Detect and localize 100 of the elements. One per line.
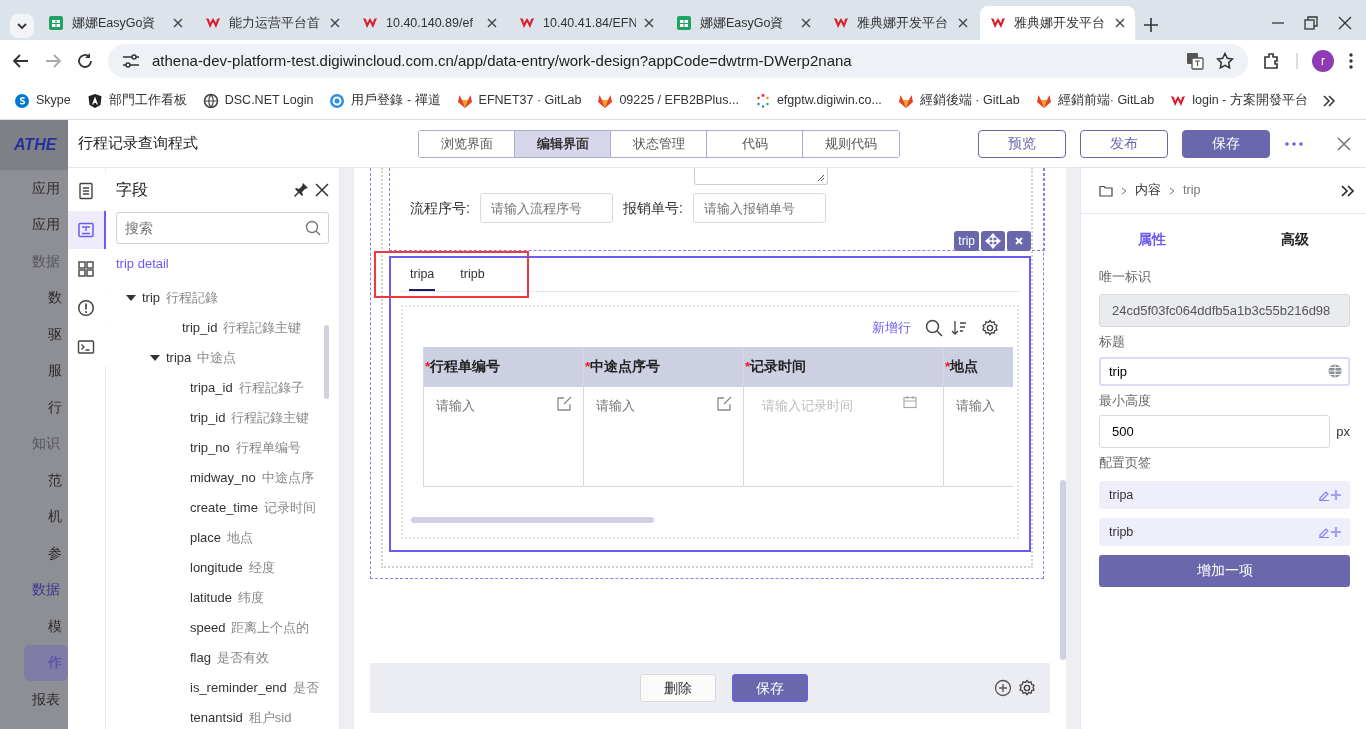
- bookmark[interactable]: login - 方案開發平台: [1164, 88, 1314, 113]
- bookmark[interactable]: 經銷後端 · GitLab: [891, 88, 1026, 113]
- tab-config-item[interactable]: tripb: [1099, 518, 1350, 546]
- add-item-button[interactable]: 增加一项: [1099, 555, 1350, 587]
- scrollbar[interactable]: [411, 517, 654, 523]
- close-icon[interactable]: [330, 18, 340, 28]
- restore-icon[interactable]: [1304, 16, 1318, 30]
- tree-item[interactable]: longitude 经度: [116, 552, 315, 583]
- close-icon[interactable]: [315, 183, 329, 197]
- browser-tab[interactable]: 雅典娜开发平台: [980, 6, 1135, 40]
- browser-tab[interactable]: 能力运营平台首: [195, 6, 350, 40]
- bookmark[interactable]: 部門工作看板: [80, 88, 193, 113]
- component-tab[interactable]: tripa: [409, 257, 436, 291]
- input-field[interactable]: 请输入: [954, 395, 1003, 417]
- search-field[interactable]: 搜索: [116, 212, 329, 244]
- address-bar[interactable]: athena-dev-platform-test.digiwincloud.com.cn/app/data-entry/work-design?appCode=dwtrm-DWerp2nana: [108, 44, 1248, 78]
- browser-tab[interactable]: 10.40.140.89/ef: [352, 6, 507, 40]
- edit-icon[interactable]: [1318, 489, 1330, 501]
- more-icon[interactable]: [1348, 52, 1354, 70]
- tree-item[interactable]: flag 是否有效: [116, 642, 315, 673]
- view-tab[interactable]: 浏览界面: [419, 130, 515, 157]
- tree-item[interactable]: trip_no 行程单编号: [116, 432, 315, 463]
- save-button[interactable]: 保存: [1182, 129, 1270, 158]
- input-field[interactable]: 24cd5f03fc064ddfb5a1b3c55b216d98: [1099, 293, 1350, 327]
- reload-icon[interactable]: [76, 52, 94, 70]
- collapse-icon[interactable]: [1340, 183, 1356, 198]
- folder-icon[interactable]: [1099, 184, 1113, 197]
- caret-icon[interactable]: [150, 352, 160, 363]
- browser-tab[interactable]: 娜娜EasyGo資: [666, 6, 821, 40]
- scrollbar[interactable]: [324, 325, 329, 399]
- input-field[interactable]: 500: [1099, 415, 1330, 449]
- close-icon[interactable]: [958, 18, 968, 28]
- close-icon[interactable]: [1337, 16, 1352, 30]
- tree-item[interactable]: latitude 纬度: [116, 582, 315, 613]
- nav-item[interactable]: 应用: [0, 170, 68, 207]
- star-icon[interactable]: [1216, 52, 1234, 70]
- close-icon[interactable]: [1115, 18, 1125, 28]
- tree-item[interactable]: trip 行程記錄: [116, 282, 315, 313]
- tree-item[interactable]: midway_no 中途点序: [116, 462, 315, 493]
- translate-icon[interactable]: [1186, 52, 1204, 70]
- textarea-field[interactable]: [694, 168, 828, 185]
- tab-config-item[interactable]: tripa: [1099, 481, 1350, 509]
- bookmark[interactable]: 09225 / EFB2BPlus...: [591, 88, 745, 113]
- nav-item[interactable]: 参: [0, 535, 68, 572]
- tree-item[interactable]: tenantsid 租户sid: [116, 702, 315, 729]
- tab-search-icon[interactable]: [8, 12, 36, 40]
- close-icon[interactable]: [487, 18, 497, 28]
- add-row-link[interactable]: 新增行: [872, 318, 911, 338]
- pin-icon[interactable]: [293, 182, 309, 198]
- browser-tab[interactable]: 娜娜EasyGo資: [38, 6, 193, 40]
- tree-item[interactable]: tripa_id 行程記錄子: [116, 372, 315, 403]
- input-field[interactable]: 请输入: [434, 395, 557, 417]
- settings-icon[interactable]: [1018, 679, 1036, 697]
- nav-item[interactable]: 报表: [0, 681, 68, 718]
- view-tab[interactable]: 编辑界面: [515, 130, 611, 157]
- nav-item[interactable]: 数: [0, 279, 68, 316]
- selected-component[interactable]: tripa tripb 新增行 *行程单编号 请输入 *中途点序号 请输入 *记录时间 请输入记录时间 *地点 请输入: [389, 256, 1031, 552]
- bookmark[interactable]: DSC.NET Login: [196, 88, 320, 113]
- add-icon[interactable]: [994, 679, 1012, 697]
- chevron-icon[interactable]: [1322, 93, 1336, 108]
- nav-item[interactable]: 范: [0, 462, 68, 499]
- browser-tab[interactable]: 雅典娜开发平台: [823, 6, 978, 40]
- nav-item[interactable]: 服: [0, 352, 68, 389]
- bookmark[interactable]: 經銷前端· GitLab: [1029, 88, 1161, 113]
- edit-icon[interactable]: [1318, 526, 1330, 538]
- close-icon[interactable]: [173, 18, 183, 28]
- close-icon[interactable]: [644, 18, 654, 28]
- close-icon[interactable]: [801, 18, 811, 28]
- bookmark[interactable]: 用戶登錄 - 禪道: [323, 88, 447, 113]
- delete-button[interactable]: 删除: [640, 674, 716, 702]
- back-icon[interactable]: [12, 52, 30, 70]
- globe-icon[interactable]: [1327, 362, 1343, 379]
- action-button[interactable]: 预览: [978, 129, 1066, 158]
- profile-avatar[interactable]: r: [1312, 50, 1334, 72]
- breadcrumb-item[interactable]: trip: [1183, 181, 1201, 200]
- input-field[interactable]: 请输入报销单号: [692, 193, 826, 223]
- save-button[interactable]: 保存: [732, 674, 808, 702]
- breadcrumb-item[interactable]: 内容: [1135, 181, 1161, 200]
- input-field[interactable]: 请输入: [594, 395, 717, 417]
- bookmark[interactable]: Skype: [8, 88, 77, 113]
- sort-icon[interactable]: [951, 320, 967, 336]
- tree-item[interactable]: speed 距离上个点的: [116, 612, 315, 643]
- caret-icon[interactable]: [126, 292, 136, 303]
- scrollbar[interactable]: [1060, 480, 1066, 660]
- bookmark[interactable]: efgptw.digiwin.co...: [748, 88, 888, 113]
- bookmark[interactable]: EFNET37 · GitLab: [450, 88, 588, 113]
- tree-item[interactable]: create_time 记录时间: [116, 492, 315, 523]
- settings-icon[interactable]: [981, 319, 999, 337]
- component-tab[interactable]: tripb: [459, 257, 486, 291]
- input-field[interactable]: 请输入记录时间: [754, 395, 903, 417]
- input-field[interactable]: 请输入流程序号: [479, 193, 613, 223]
- tree-item[interactable]: trip_id 行程記錄主键: [116, 312, 315, 343]
- rail-tab[interactable]: [68, 211, 106, 249]
- nav-item[interactable]: 模: [0, 608, 68, 645]
- tree-item[interactable]: place 地点: [116, 522, 315, 553]
- tree-item[interactable]: tripa 中途点: [116, 342, 315, 373]
- nav-item[interactable]: 机: [0, 498, 68, 535]
- nav-item[interactable]: 行: [0, 389, 68, 426]
- tree-root-link[interactable]: trip detail: [116, 244, 329, 280]
- nav-item[interactable]: 应用: [0, 206, 68, 243]
